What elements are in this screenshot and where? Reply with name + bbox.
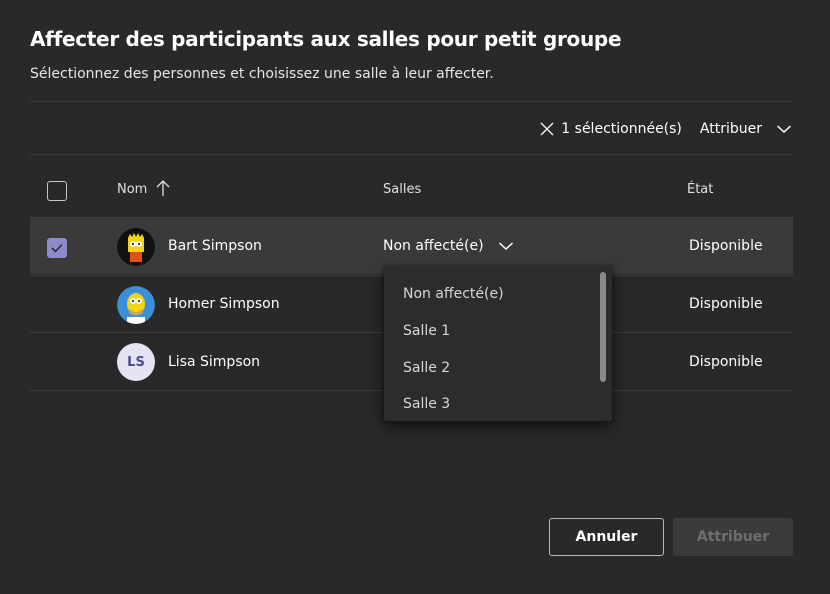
chevron-down-icon xyxy=(498,242,513,251)
selection-toolbar: 1 sélectionnée(s) Attribuer xyxy=(539,112,792,146)
chevron-down-icon xyxy=(776,125,792,134)
assign-button[interactable]: Attribuer xyxy=(673,518,793,556)
participant-state: Disponible xyxy=(689,238,763,254)
participant-name: Homer Simpson xyxy=(168,296,280,312)
breakout-assign-dialog: Affecter des participants aux salles pou… xyxy=(0,0,830,594)
room-select[interactable]: Non affecté(e) xyxy=(383,238,514,254)
participant-state: Disponible xyxy=(689,354,763,370)
clear-selection-button[interactable]: 1 sélectionnée(s) xyxy=(539,121,682,137)
dropdown-scrollbar[interactable] xyxy=(600,272,606,382)
sort-ascending-icon xyxy=(156,179,170,196)
checkmark-icon xyxy=(51,243,63,253)
column-header-rooms: Salles xyxy=(383,182,422,197)
dialog-title: Affecter des participants aux salles pou… xyxy=(30,27,622,51)
dropdown-option-room-2[interactable]: Salle 2 xyxy=(403,360,450,376)
assign-menu-button[interactable]: Attribuer xyxy=(700,121,792,137)
bart-avatar xyxy=(117,228,155,266)
dropdown-option-room-1[interactable]: Salle 1 xyxy=(403,323,450,339)
row-checkbox[interactable] xyxy=(47,238,67,258)
divider xyxy=(30,101,793,102)
room-select-value: Non affecté(e) xyxy=(383,238,484,254)
column-header-state: État xyxy=(687,182,714,197)
room-dropdown-menu: Non affecté(e) Salle 1 Salle 2 Salle 3 xyxy=(384,266,612,421)
select-all-checkbox[interactable] xyxy=(47,181,67,201)
column-name-label: Nom xyxy=(117,182,148,197)
dropdown-option-room-3[interactable]: Salle 3 xyxy=(403,396,450,412)
participant-name: Bart Simpson xyxy=(168,238,262,254)
cancel-button[interactable]: Annuler xyxy=(549,518,664,556)
homer-avatar xyxy=(117,286,155,324)
selection-count: 1 sélectionnée(s) xyxy=(561,121,682,137)
divider xyxy=(30,154,793,155)
close-icon xyxy=(540,122,554,136)
participant-name: Lisa Simpson xyxy=(168,354,261,370)
assign-menu-label: Attribuer xyxy=(699,121,762,137)
column-header-name[interactable]: Nom xyxy=(117,179,171,197)
dropdown-option-unassigned[interactable]: Non affecté(e) xyxy=(403,286,504,302)
avatar: LS xyxy=(117,343,155,381)
table-header: Nom Salles État xyxy=(30,164,793,216)
participant-state: Disponible xyxy=(689,296,763,312)
dialog-subtitle: Sélectionnez des personnes et choisissez… xyxy=(30,66,494,82)
